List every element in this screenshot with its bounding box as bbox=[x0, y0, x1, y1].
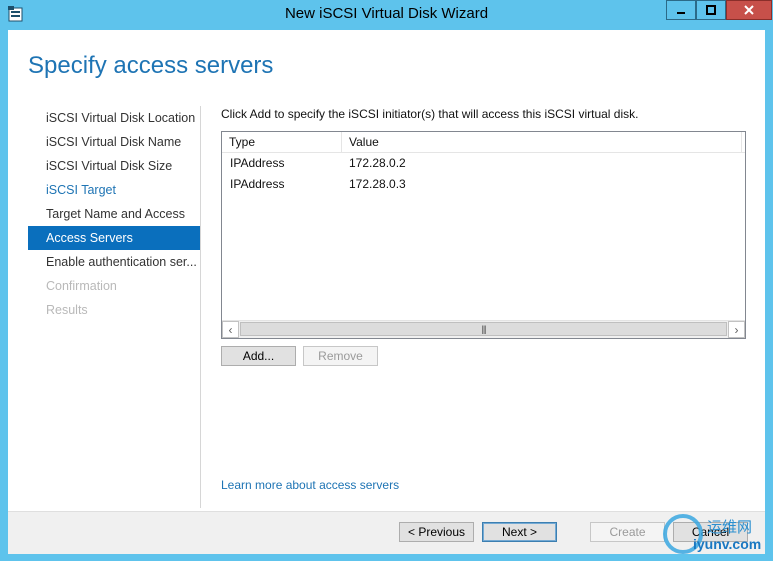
row-value-cell: 172.28.0.2 bbox=[349, 156, 406, 170]
column-header-type[interactable]: Type bbox=[222, 132, 342, 152]
window-title: New iSCSI Virtual Disk Wizard bbox=[284, 5, 489, 22]
minimize-icon bbox=[677, 12, 685, 14]
watermark-cn-text: 运维网 bbox=[707, 518, 753, 536]
step-iscsi-target[interactable]: iSCSI Target bbox=[28, 178, 200, 202]
step-target-name-and-access[interactable]: Target Name and Access bbox=[28, 202, 200, 226]
horizontal-scrollbar[interactable]: ‹ ||| › bbox=[222, 320, 745, 338]
row-type-cell: IPAddress bbox=[230, 177, 285, 191]
create-button: Create bbox=[590, 522, 665, 542]
nav-divider bbox=[200, 106, 201, 508]
step-confirmation: Confirmation bbox=[46, 279, 117, 293]
previous-button[interactable]: < Previous bbox=[399, 522, 474, 542]
step-results: Results bbox=[46, 303, 88, 317]
access-servers-list[interactable]: Type Value IPAddress 172.28.0.2 IPAddres… bbox=[221, 131, 746, 339]
step-enable-authentication[interactable]: Enable authentication ser... bbox=[28, 250, 200, 274]
watermark-domain: iyunv.com bbox=[693, 536, 762, 552]
column-header-value[interactable]: Value bbox=[342, 132, 742, 152]
step-access-servers[interactable]: Access Servers bbox=[28, 226, 200, 250]
scroll-right-icon[interactable]: › bbox=[728, 321, 745, 338]
row-value-cell: 172.28.0.3 bbox=[349, 177, 406, 191]
step-iscsi-virtual-disk-name[interactable]: iSCSI Virtual Disk Name bbox=[28, 130, 200, 154]
close-button[interactable] bbox=[726, 0, 772, 20]
table-row[interactable]: IPAddress 172.28.0.3 bbox=[222, 174, 745, 195]
next-button[interactable]: Next > bbox=[482, 522, 557, 542]
wizard-step-list: iSCSI Virtual Disk Location iSCSI Virtua… bbox=[28, 106, 200, 322]
add-button[interactable]: Add... bbox=[221, 346, 296, 366]
scroll-left-icon[interactable]: ‹ bbox=[222, 321, 239, 338]
list-header: Type Value bbox=[222, 132, 745, 153]
remove-button: Remove bbox=[303, 346, 378, 366]
step-iscsi-virtual-disk-location[interactable]: iSCSI Virtual Disk Location bbox=[28, 106, 200, 130]
close-icon bbox=[744, 5, 754, 15]
maximize-icon bbox=[706, 5, 716, 15]
learn-more-link[interactable]: Learn more about access servers bbox=[221, 478, 399, 492]
table-row[interactable]: IPAddress 172.28.0.2 bbox=[222, 153, 745, 174]
maximize-button[interactable] bbox=[696, 0, 726, 20]
title-bar: New iSCSI Virtual Disk Wizard bbox=[0, 0, 773, 30]
scrollbar-thumb[interactable]: ||| bbox=[240, 322, 727, 336]
instruction-text: Click Add to specify the iSCSI initiator… bbox=[221, 107, 639, 121]
watermark-logo: 运维网 iyunv.com bbox=[663, 514, 769, 556]
step-iscsi-virtual-disk-size[interactable]: iSCSI Virtual Disk Size bbox=[28, 154, 200, 178]
wizard-body: Specify access servers iSCSI Virtual Dis… bbox=[8, 30, 765, 554]
row-type-cell: IPAddress bbox=[230, 156, 285, 170]
minimize-button[interactable] bbox=[666, 0, 696, 20]
page-title: Specify access servers bbox=[28, 52, 274, 79]
